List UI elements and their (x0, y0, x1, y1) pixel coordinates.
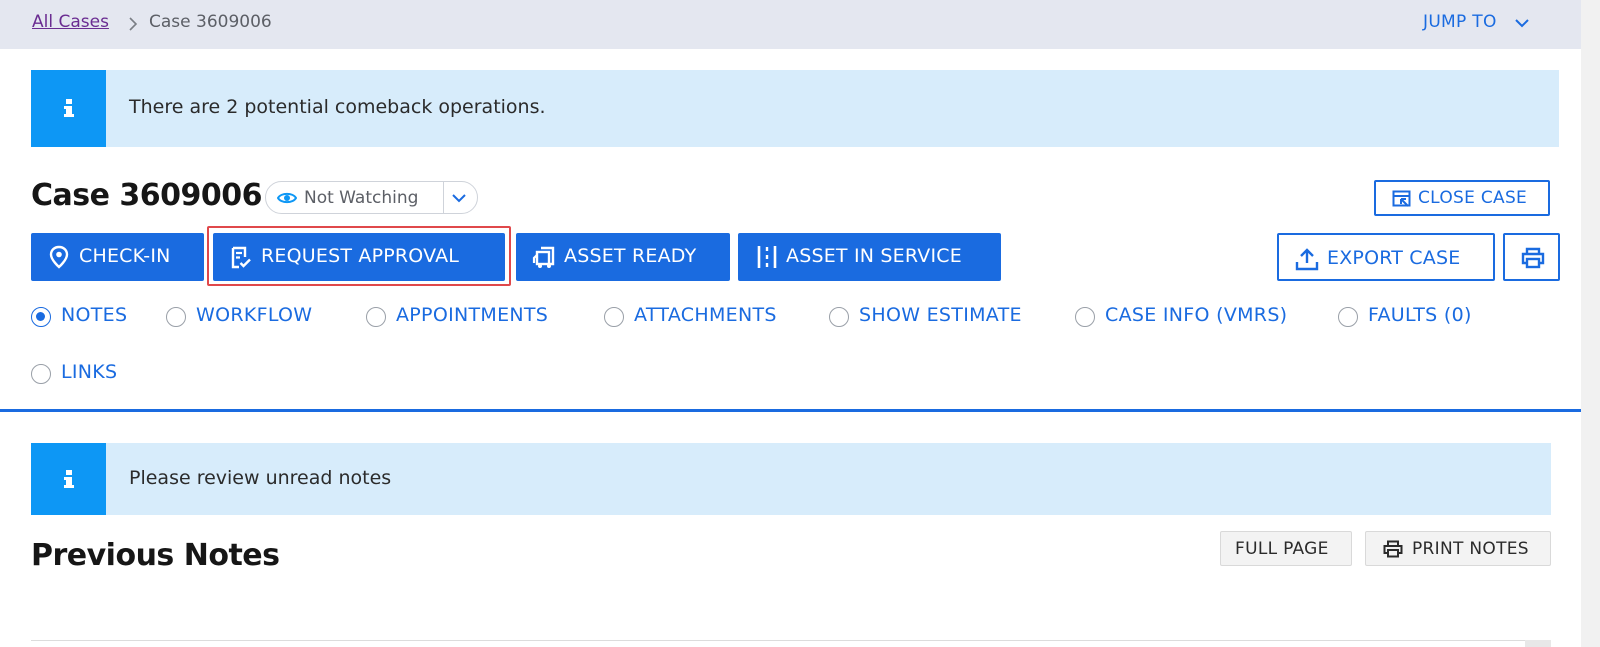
tab-appointments-label: APPOINTMENTS (396, 304, 549, 326)
asset-ready-label: ASSET READY (564, 245, 697, 267)
radio-show-estimate[interactable] (829, 307, 849, 327)
check-in-button[interactable]: CHECK-IN (31, 233, 204, 281)
print-notes-button[interactable]: PRINT NOTES (1365, 531, 1551, 566)
radio-links[interactable] (31, 364, 51, 384)
breadcrumb-current: Case 3609006 (149, 12, 272, 32)
watch-toggle[interactable]: Not Watching (265, 181, 478, 214)
request-approval-label: REQUEST APPROVAL (261, 245, 460, 267)
full-page-label: FULL PAGE (1235, 539, 1329, 559)
tab-attachments-label: ATTACHMENTS (634, 304, 777, 326)
tab-links-label: LINKS (61, 361, 118, 383)
jump-to-menu[interactable]: JUMP TO (1423, 12, 1497, 32)
full-page-button[interactable]: FULL PAGE (1220, 531, 1352, 566)
chevron-down-icon[interactable] (451, 190, 467, 206)
close-case-label: CLOSE CASE (1418, 188, 1528, 208)
map-pin-icon (49, 245, 69, 269)
upload-icon (1295, 248, 1319, 271)
asset-in-service-icon (757, 246, 777, 268)
radio-notes[interactable] (31, 307, 51, 327)
breadcrumb-bar: All Cases Case 3609006 JUMP TO (0, 0, 1581, 49)
printer-icon (1521, 247, 1545, 269)
case-title: Case 3609006 (31, 178, 263, 213)
notes-table-corner (1525, 640, 1551, 647)
asset-in-service-button[interactable]: ASSET IN SERVICE (738, 233, 1001, 281)
tab-divider (0, 409, 1581, 412)
tab-workflow-label: WORKFLOW (196, 304, 313, 326)
tab-case-info-label: CASE INFO (VMRS) (1105, 304, 1288, 326)
radio-workflow[interactable] (166, 307, 186, 327)
eye-icon (277, 192, 297, 204)
unread-notes-alert: Please review unread notes (31, 443, 1551, 515)
asset-in-service-label: ASSET IN SERVICE (786, 245, 962, 267)
close-case-button[interactable]: CLOSE CASE (1374, 180, 1550, 216)
info-icon (64, 470, 74, 488)
radio-appointments[interactable] (366, 307, 386, 327)
previous-notes-title: Previous Notes (31, 538, 280, 573)
export-case-label: EXPORT CASE (1327, 247, 1461, 269)
comeback-alert: There are 2 potential comeback operation… (31, 70, 1559, 147)
watch-status: Not Watching (304, 188, 419, 208)
unread-notes-text: Please review unread notes (129, 467, 392, 489)
tab-notes-label: NOTES (61, 304, 128, 326)
close-case-icon (1392, 190, 1411, 207)
info-icon (64, 99, 74, 117)
chevron-down-icon[interactable] (1514, 15, 1530, 31)
print-notes-label: PRINT NOTES (1412, 539, 1529, 559)
breadcrumb-all-cases-link[interactable]: All Cases (32, 12, 109, 32)
tab-show-estimate-label: SHOW ESTIMATE (859, 304, 1022, 326)
print-case-button[interactable] (1503, 233, 1560, 281)
printer-icon (1383, 540, 1403, 558)
radio-case-info[interactable] (1075, 307, 1095, 327)
radio-attachments[interactable] (604, 307, 624, 327)
asset-ready-icon (532, 246, 555, 268)
check-in-label: CHECK-IN (79, 245, 171, 267)
info-icon-box (31, 443, 106, 515)
chevron-right-icon (129, 17, 138, 31)
scrollbar[interactable] (1581, 0, 1600, 647)
radio-faults[interactable] (1338, 307, 1358, 327)
request-approval-button[interactable]: REQUEST APPROVAL (213, 233, 505, 281)
info-icon-box (31, 70, 106, 147)
comeback-alert-text: There are 2 potential comeback operation… (129, 96, 546, 118)
tab-faults-label: FAULTS (0) (1368, 304, 1472, 326)
asset-ready-button[interactable]: ASSET READY (516, 233, 730, 281)
export-case-button[interactable]: EXPORT CASE (1277, 233, 1495, 281)
notes-table-top-border (31, 640, 1551, 641)
clipboard-check-icon (231, 246, 251, 269)
watch-divider (443, 182, 444, 213)
